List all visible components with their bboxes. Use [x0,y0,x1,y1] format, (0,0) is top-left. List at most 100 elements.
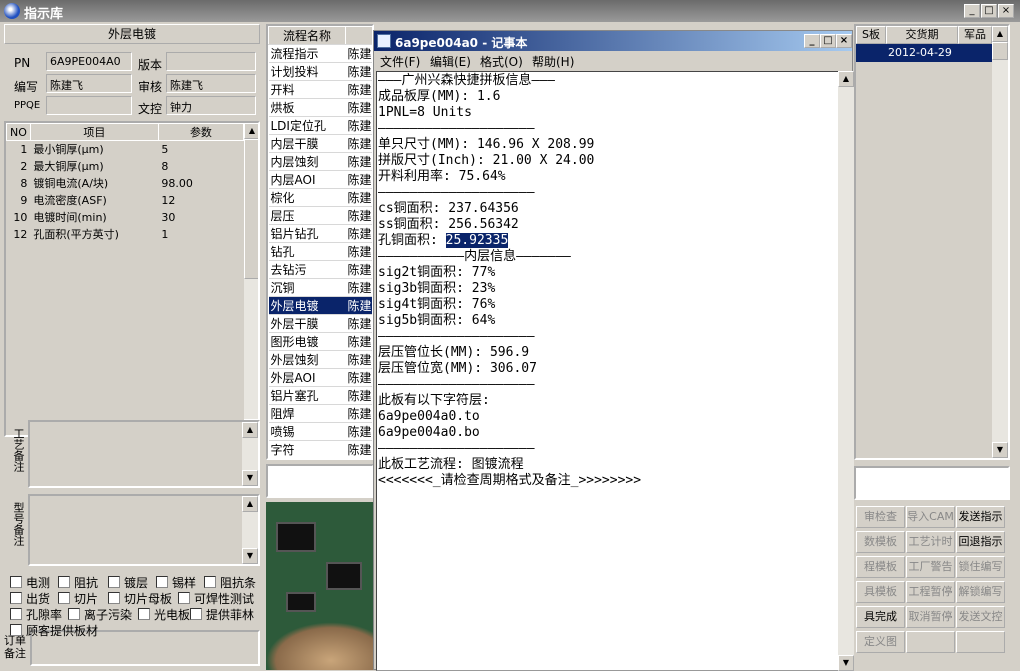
action-button[interactable]: 解锁编写 [956,581,1005,603]
checkbox[interactable] [178,592,190,604]
list-item[interactable]: 流程指示 陈建 [268,44,372,63]
right-input-field[interactable] [854,466,1010,500]
params-scrollbar[interactable]: ▲ ▼ [244,123,258,435]
list-item[interactable]: 层压 陈建 [268,206,372,225]
process-list[interactable]: 流程名称 流程指示 陈建 计划投料 陈建 开料 陈建 烘板 陈建 LDI定位孔 陈建 内层干膜 陈建内… [266,24,374,460]
process-note-field[interactable]: ▲ ▼ [28,420,260,488]
notepad-scrollbar[interactable]: ▲ ▼ [838,71,854,671]
list-item[interactable]: 计划投料 陈建 [268,62,372,81]
list-item[interactable]: 铝片塞孔 陈建 [268,386,372,405]
checkbox[interactable] [10,608,22,620]
col-s[interactable]: S板 [856,26,886,44]
order-scrollbar[interactable]: ▲ ▼ [992,26,1008,458]
scroll-up-icon[interactable]: ▲ [242,496,258,512]
checkbox[interactable] [204,576,216,588]
middle-input-field[interactable] [266,464,374,498]
list-item[interactable]: 电子测试陈建 [269,459,374,461]
table-row[interactable]: 1 最小铜厚(μm) 5 [7,141,244,158]
action-button[interactable]: 取消暂停 [906,606,955,628]
checkbox[interactable] [108,576,120,588]
table-row[interactable]: 2012-04-29 [856,44,992,62]
col-no[interactable]: NO [6,123,31,141]
checkbox[interactable] [190,608,202,620]
type-note-field[interactable]: ▲ ▼ [28,494,260,566]
checkbox[interactable] [10,576,22,588]
maximize-button[interactable]: □ [981,4,997,18]
scroll-thumb[interactable] [992,42,1008,60]
menu-edit[interactable]: 编辑(E) [430,53,471,70]
params-table[interactable]: NO 项目 参数 1 最小铜厚(μm) 5 2 最大铜厚(μm) 8 8 镀铜电流(A/块) 9… [4,121,260,437]
menu-format[interactable]: 格式(O) [480,53,523,70]
col-military[interactable]: 军品 [958,26,992,44]
action-button[interactable]: 发送指示 [956,506,1005,528]
action-button[interactable]: 锁住编写 [956,556,1005,578]
checkbox[interactable] [108,592,120,604]
action-button[interactable]: 定义图 [856,631,905,653]
list-item[interactable]: 图形电镀 陈建 [268,332,372,351]
action-button[interactable]: 数模板 [856,531,905,553]
list-item[interactable]: 内层干膜 陈建 [268,134,372,153]
table-row[interactable]: 12 孔面积(平方英寸) 1 [7,226,244,243]
notepad-text-area[interactable]: ———广州兴森快捷拼板信息——— 成品板厚(MM): 1.6 1PNL=8 Unit… [376,71,840,671]
action-button[interactable]: 具模板 [856,581,905,603]
col-param[interactable]: 参数 [157,123,245,141]
list-item[interactable]: 烘板 陈建 [268,98,372,117]
scroll-down-icon[interactable]: ▼ [838,655,854,671]
minimize-button[interactable]: _ [804,34,820,48]
table-row[interactable]: 9 电流密度(ASF) 12 [7,192,244,209]
author-field[interactable]: 陈建飞 [46,74,132,93]
pn-field[interactable]: 6A9PE004A0 [46,52,132,71]
checkbox[interactable] [58,592,70,604]
list-item[interactable]: 字符 陈建 [268,440,372,458]
col-process-name[interactable]: 流程名称 [268,26,346,45]
order-table[interactable]: S板 交货期 军品 2012-04-29 ▲ ▼ [854,24,1010,460]
checkbox[interactable] [58,576,70,588]
list-item[interactable]: 阻焊 陈建 [268,404,372,423]
close-button[interactable]: × [998,4,1014,18]
menu-help[interactable]: 帮助(H) [532,53,574,70]
scroll-down-icon[interactable]: ▼ [992,442,1008,458]
col-item[interactable]: 项目 [29,123,159,141]
notepad-title-bar[interactable]: 6a9pe004a0 - 记事本 _ □ × [374,31,852,51]
action-button[interactable] [906,631,955,653]
scroll-up-icon[interactable]: ▲ [242,422,258,438]
action-button[interactable]: 审检查 [856,506,905,528]
control-field[interactable]: 钟力 [166,96,256,115]
scroll-thumb[interactable] [244,139,258,279]
list-item[interactable]: 沉铜 陈建 [268,278,372,297]
action-button[interactable]: 导入CAM [906,506,955,528]
list-item[interactable]: 开料 陈建 [268,80,372,99]
table-row[interactable]: 8 镀铜电流(A/块) 98.00 [7,175,244,192]
action-button[interactable]: 工程暂停 [906,581,955,603]
scroll-up-icon[interactable]: ▲ [992,26,1008,42]
checkbox[interactable] [156,576,168,588]
notepad-window[interactable]: 6a9pe004a0 - 记事本 _ □ × 文件(F) 编辑(E) 格式(O)… [373,30,854,671]
action-button[interactable]: 程模板 [856,556,905,578]
list-item[interactable]: 喷锡 陈建 [268,422,372,441]
list-item[interactable]: 去钻污 陈建 [268,260,372,279]
checkbox[interactable] [10,592,22,604]
col-process-owner[interactable] [344,26,372,45]
table-row[interactable]: 2 最大铜厚(μm) 8 [7,158,244,175]
checkbox[interactable] [10,624,22,636]
action-button[interactable]: 发送文控 [956,606,1005,628]
version-field[interactable] [166,52,256,71]
maximize-button[interactable]: □ [820,34,836,48]
menu-file[interactable]: 文件(F) [380,53,420,70]
action-button[interactable]: 工艺计时 [906,531,955,553]
action-button[interactable]: 具完成 [856,606,905,628]
scroll-up-icon[interactable]: ▲ [838,71,854,87]
action-button[interactable]: 回退指示 [956,531,1005,553]
scroll-down-icon[interactable]: ▼ [242,470,258,486]
list-item[interactable]: 外层蚀刻 陈建 [268,350,372,369]
close-button[interactable]: × [836,34,852,48]
review-field[interactable]: 陈建飞 [166,74,256,93]
minimize-button[interactable]: _ [964,4,980,18]
scroll-down-icon[interactable]: ▼ [242,548,258,564]
list-item[interactable]: 外层AOI 陈建 [268,368,372,387]
col-delivery-date[interactable]: 交货期 [886,26,958,44]
checkbox[interactable] [68,608,80,620]
action-button[interactable]: 工厂警告 [906,556,955,578]
list-item[interactable]: 外层干膜 陈建 [268,314,372,333]
list-item[interactable]: 内层AOI 陈建 [268,170,372,189]
